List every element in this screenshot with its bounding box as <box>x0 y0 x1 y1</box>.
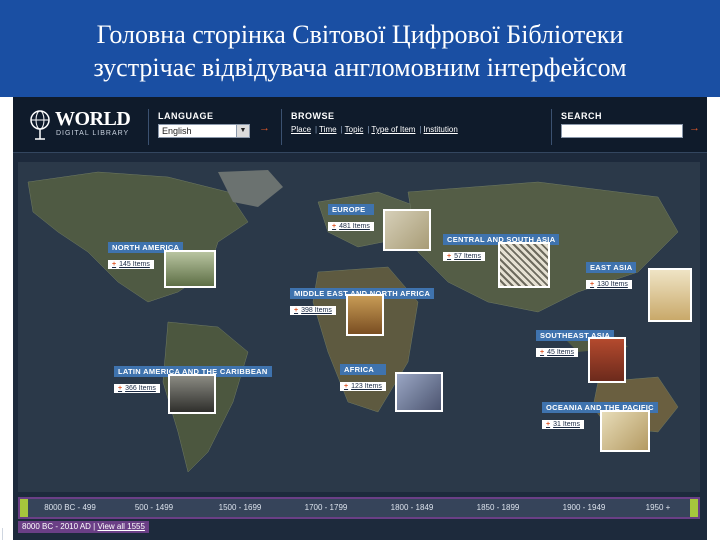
region-middle-east-north-africa-count[interactable]: +398 Items <box>290 306 336 315</box>
region-east-asia-items: 130 Items <box>597 281 628 288</box>
middle-east-manuscript-thumbnail[interactable] <box>346 294 384 336</box>
header-divider <box>281 109 282 145</box>
region-africa-count[interactable]: +123 Items <box>340 382 386 391</box>
timeline-segment[interactable]: 1900 - 1949 <box>542 501 626 515</box>
view-all-link[interactable]: View all 1555 <box>97 522 144 531</box>
link-separator: | <box>367 125 370 134</box>
plus-icon: + <box>294 307 299 314</box>
region-africa-title[interactable]: AFRICA <box>340 364 386 375</box>
east-asia-painting-thumbnail[interactable] <box>648 268 692 322</box>
browse-link-institution[interactable]: Institution <box>424 125 458 134</box>
slide-title: Головна сторінка Світової Цифрової Біблі… <box>0 0 720 97</box>
plus-icon: + <box>344 383 349 390</box>
slide-title-line-2: зустрічає відвідувача англомовним інтерф… <box>93 53 627 82</box>
timeline-range-text: 8000 BC - 2010 AD <box>22 522 91 531</box>
region-europe[interactable]: EUROPE +481 Items <box>328 204 374 233</box>
language-label: LANGUAGE <box>158 111 214 121</box>
plus-icon: + <box>118 385 123 392</box>
region-southeast-asia-items: 45 Items <box>547 349 574 356</box>
link-separator: | <box>419 125 422 134</box>
region-central-south-asia-items: 57 Items <box>454 253 481 260</box>
logo-wordmark[interactable]: WORLD <box>55 109 131 129</box>
site-header: WORLD DIGITAL LIBRARY LANGUAGE English ▼… <box>13 97 707 153</box>
timeline-segment[interactable]: 1950 + <box>628 501 688 515</box>
slide-corner-mark <box>2 528 3 540</box>
region-africa-items: 123 Items <box>351 383 382 390</box>
language-go-arrow-icon[interactable]: → <box>259 122 270 134</box>
search-input[interactable] <box>561 124 683 138</box>
region-middle-east-north-africa-items: 398 Items <box>301 307 332 314</box>
timeline-segment[interactable]: 1700 - 1799 <box>284 501 368 515</box>
plus-icon: + <box>546 421 551 428</box>
region-east-asia-title[interactable]: EAST ASIA <box>586 262 637 273</box>
dropdown-arrow-icon: ▼ <box>236 125 249 137</box>
oceania-map-thumbnail[interactable] <box>600 410 650 452</box>
timeline-segment[interactable]: 500 - 1499 <box>112 501 196 515</box>
timeline-segment[interactable]: 8000 BC - 499 <box>30 501 110 515</box>
region-europe-items: 481 Items <box>339 223 370 230</box>
region-central-south-asia-count[interactable]: +57 Items <box>443 252 485 261</box>
link-separator: | <box>340 125 343 134</box>
plus-icon: + <box>447 253 452 260</box>
browse-links: Place | Time | Topic | Type of Item | Institutio… <box>291 125 460 134</box>
plus-icon: + <box>590 281 595 288</box>
africa-photo-thumbnail[interactable] <box>395 372 443 412</box>
website-screenshot: WORLD DIGITAL LIBRARY LANGUAGE English ▼… <box>13 97 707 540</box>
region-north-america-count[interactable]: +145 Items <box>108 260 154 269</box>
world-map: EUROPE +481 Items CENTRAL AND SOUTH ASIA… <box>18 162 700 492</box>
timeline-segment[interactable]: 1850 - 1899 <box>456 501 540 515</box>
region-east-asia-count[interactable]: +130 Items <box>586 280 632 289</box>
central-asia-manuscript-thumbnail[interactable] <box>498 242 550 288</box>
region-europe-count[interactable]: +481 Items <box>328 222 374 231</box>
region-north-america-items: 145 Items <box>119 261 150 268</box>
slide-title-line-1: Головна сторінка Світової Цифрової Біблі… <box>96 20 624 49</box>
logo-subtitle: DIGITAL LIBRARY <box>56 130 130 137</box>
region-africa[interactable]: AFRICA +123 Items <box>340 364 386 393</box>
region-latin-america-caribbean-count[interactable]: +366 Items <box>114 384 160 393</box>
language-value: English <box>162 126 192 136</box>
region-europe-title[interactable]: EUROPE <box>328 204 374 215</box>
browse-link-place[interactable]: Place <box>291 125 311 134</box>
europe-map-thumbnail[interactable] <box>383 209 431 251</box>
language-select[interactable]: English ▼ <box>158 124 250 138</box>
region-oceania-pacific-items: 31 Items <box>553 421 580 428</box>
latin-america-photo-thumbnail[interactable] <box>168 374 216 414</box>
browse-link-time[interactable]: Time <box>319 125 336 134</box>
timeline-segment[interactable]: 1800 - 1849 <box>370 501 454 515</box>
search-label: SEARCH <box>561 111 603 121</box>
timeline-segment[interactable]: 1500 - 1699 <box>198 501 282 515</box>
north-america-photo-thumbnail[interactable] <box>164 250 216 288</box>
link-separator: | <box>315 125 318 134</box>
timeline-right-handle[interactable] <box>690 499 698 517</box>
header-divider <box>551 109 552 145</box>
browse-label: BROWSE <box>291 111 335 121</box>
timeline-left-handle[interactable] <box>20 499 28 517</box>
plus-icon: + <box>112 261 117 268</box>
timeline-bar: 8000 BC - 499 500 - 1499 1500 - 1699 170… <box>18 497 700 519</box>
browse-link-topic[interactable]: Topic <box>345 125 364 134</box>
plus-icon: + <box>332 223 337 230</box>
search-go-arrow-icon[interactable]: → <box>689 122 700 134</box>
region-oceania-pacific-count[interactable]: +31 Items <box>542 420 584 429</box>
globe-logo-icon <box>30 110 50 140</box>
plus-icon: + <box>540 349 545 356</box>
timeline-range: 8000 BC - 2010 AD | View all 1555 <box>18 521 700 535</box>
region-southeast-asia-count[interactable]: +45 Items <box>536 348 578 357</box>
header-divider <box>148 109 149 145</box>
region-east-asia[interactable]: EAST ASIA +130 Items <box>586 262 637 291</box>
browse-link-type-of-item[interactable]: Type of Item <box>371 125 415 134</box>
southeast-asia-manuscript-thumbnail[interactable] <box>588 337 626 383</box>
timeline-range-label: 8000 BC - 2010 AD | View all 1555 <box>18 521 149 533</box>
region-latin-america-caribbean-items: 366 Items <box>125 385 156 392</box>
